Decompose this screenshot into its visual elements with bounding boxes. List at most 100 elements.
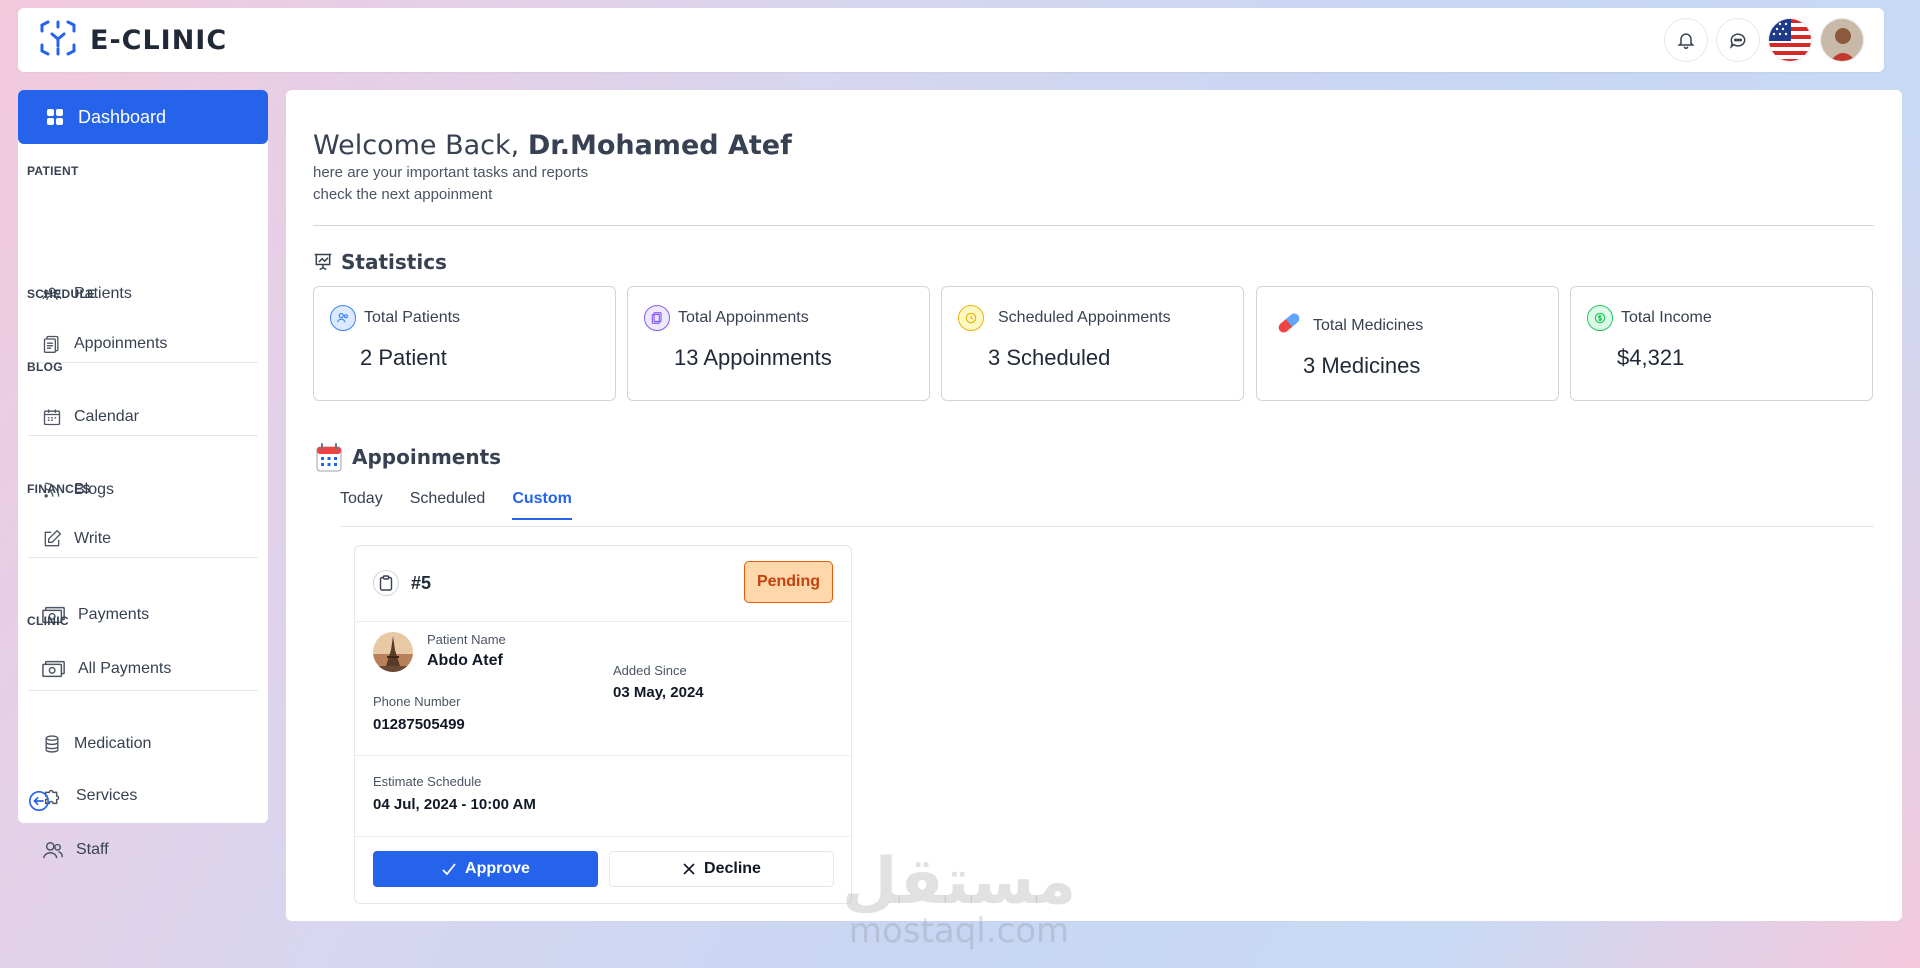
presentation-chart-icon bbox=[314, 253, 332, 271]
dashboard-grid-icon bbox=[47, 109, 63, 125]
stat-card-total-medicines: Total Medicines 3 Medicines bbox=[1256, 286, 1559, 401]
logo-icon bbox=[38, 18, 78, 63]
stat-label: Total Appoinments bbox=[678, 309, 809, 326]
divider bbox=[355, 836, 851, 837]
welcome-subtitle-2: check the next appoinment bbox=[313, 186, 493, 203]
divider bbox=[28, 557, 258, 558]
appointment-id-text: #5 bbox=[411, 572, 432, 593]
patient-avatar bbox=[373, 632, 413, 677]
watermark-latin: mostaql.com bbox=[848, 911, 1070, 951]
appointment-id: #5 bbox=[373, 570, 431, 596]
divider bbox=[355, 755, 851, 756]
top-bar: E-CLINIC bbox=[18, 8, 1884, 72]
tabs-divider bbox=[340, 526, 1874, 527]
statistics-title-text: Statistics bbox=[341, 250, 447, 274]
collapse-sidebar-button[interactable] bbox=[28, 790, 50, 817]
stat-label: Total Patients bbox=[364, 309, 461, 326]
tab-scheduled[interactable]: Scheduled bbox=[410, 490, 486, 520]
brand-name: E-CLINIC bbox=[90, 24, 228, 56]
main-content: Welcome Back, Dr.Mohamed Atef here are y… bbox=[286, 90, 1902, 921]
patient-name-label: Patient Name bbox=[427, 632, 506, 647]
clock-icon bbox=[958, 305, 984, 331]
dollar-icon bbox=[1587, 305, 1613, 331]
divider bbox=[28, 435, 258, 436]
sidebar-item-label: All Payments bbox=[78, 660, 172, 677]
tab-today[interactable]: Today bbox=[340, 490, 383, 520]
sidebar-item-label: Dashboard bbox=[78, 106, 167, 127]
stat-card-total-income: Total Income $4,321 bbox=[1570, 286, 1873, 401]
added-since-value: 03 May, 2024 bbox=[613, 684, 704, 701]
phone-number-value: 01287505499 bbox=[373, 716, 465, 733]
approve-button[interactable]: Approve bbox=[373, 851, 598, 887]
sidebar-item-medication[interactable]: Medication bbox=[18, 730, 151, 758]
user-avatar[interactable] bbox=[1820, 18, 1864, 62]
sidebar-section-clinic: CLINIC bbox=[27, 614, 69, 628]
clipboard-icon bbox=[373, 570, 399, 596]
decline-label: Decline bbox=[704, 860, 761, 877]
stat-value: 13 Appoinments bbox=[674, 345, 832, 370]
sidebar-item-staff[interactable]: Staff bbox=[18, 836, 109, 864]
stat-card-total-appointments: Total Appoinments 13 Appoinments bbox=[627, 286, 930, 401]
sidebar-item-label: Calendar bbox=[74, 408, 139, 425]
divider bbox=[28, 690, 258, 691]
clipboard-icon bbox=[43, 335, 59, 353]
chat-icon bbox=[1730, 33, 1746, 49]
appointments-title-text: Appoinments bbox=[352, 445, 502, 469]
sidebar-item-label: Payments bbox=[78, 606, 150, 623]
database-icon bbox=[45, 735, 59, 753]
check-icon bbox=[442, 863, 456, 876]
money-icon bbox=[42, 660, 65, 678]
language-flag-icon[interactable] bbox=[1768, 18, 1812, 62]
stat-value: 3 Scheduled bbox=[988, 345, 1111, 370]
statistics-title: Statistics bbox=[313, 250, 447, 274]
sidebar-item-dashboard[interactable]: Dashboard bbox=[18, 90, 268, 144]
divider bbox=[355, 621, 851, 622]
doctor-name: Dr.Mohamed Atef bbox=[527, 130, 792, 161]
watermark: مستقل mostaql.com bbox=[842, 850, 1076, 948]
stat-label: Total Income bbox=[1621, 309, 1712, 326]
staff-icon bbox=[43, 842, 63, 859]
sidebar-item-all-payments[interactable]: All Payments bbox=[18, 655, 171, 683]
sidebar-section-finances: FINANCES bbox=[27, 482, 91, 496]
sidebar-item-label: Write bbox=[74, 530, 112, 547]
appointment-card: #5 Pending Patient Name Abdo Atef Added … bbox=[354, 545, 852, 904]
stat-label: Total Medicines bbox=[1313, 316, 1424, 334]
appointments-title: Appoinments bbox=[316, 442, 501, 472]
appointment-tabs: Today Scheduled Custom bbox=[340, 490, 572, 520]
sidebar: Dashboard PATIENT Patients Appoinments S… bbox=[18, 90, 268, 859]
stat-value: $4,321 bbox=[1617, 345, 1685, 370]
welcome-heading: Welcome Back, Dr.Mohamed Atef bbox=[313, 130, 792, 161]
sidebar-item-appointments[interactable]: Appoinments bbox=[18, 330, 167, 358]
stat-card-scheduled-appointments: Scheduled Appoinments 3 Scheduled bbox=[941, 286, 1244, 401]
clipboard-icon bbox=[644, 305, 670, 331]
sidebar-item-label: Appoinments bbox=[74, 335, 168, 352]
divider bbox=[313, 225, 1874, 226]
sidebar-section-schedule: SCHEDULE bbox=[27, 287, 96, 301]
phone-number-label: Phone Number bbox=[373, 694, 461, 709]
close-icon bbox=[683, 863, 695, 875]
tab-custom[interactable]: Custom bbox=[512, 490, 572, 520]
notifications-button[interactable] bbox=[1664, 18, 1708, 62]
stat-card-total-patients: Total Patients 2 Patient bbox=[313, 286, 616, 401]
welcome-prefix: Welcome Back, bbox=[313, 130, 520, 161]
arrow-left-circle-icon bbox=[29, 791, 49, 811]
sidebar-item-label: Staff bbox=[76, 841, 109, 858]
bell-icon bbox=[1677, 33, 1695, 50]
calendar-icon bbox=[43, 409, 61, 426]
users-icon bbox=[330, 305, 356, 331]
sidebar-item-calendar[interactable]: Calendar bbox=[18, 403, 139, 431]
brand[interactable]: E-CLINIC bbox=[38, 18, 227, 63]
estimate-schedule-label: Estimate Schedule bbox=[373, 774, 482, 789]
sidebar-section-patient: PATIENT bbox=[27, 164, 79, 178]
status-badge: Pending bbox=[744, 561, 833, 603]
patient-name: Abdo Atef bbox=[427, 652, 503, 669]
sidebar-item-label: Services bbox=[76, 787, 138, 804]
welcome-subtitle: here are your important tasks and report… bbox=[313, 164, 589, 181]
messages-button[interactable] bbox=[1716, 18, 1760, 62]
stat-value: 2 Patient bbox=[360, 345, 447, 370]
calendar-emoji-icon bbox=[316, 443, 342, 472]
sidebar-item-write[interactable]: Write bbox=[18, 525, 111, 553]
decline-button[interactable]: Decline bbox=[609, 851, 834, 887]
approve-label: Approve bbox=[465, 860, 530, 877]
pill-icon bbox=[1273, 307, 1305, 344]
